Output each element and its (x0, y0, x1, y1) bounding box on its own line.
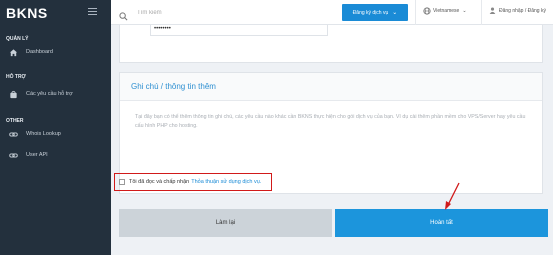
sidebar-item-support-requests[interactable]: Các yêu cầu hỗ trợ (0, 86, 111, 102)
submit-button[interactable]: Hoàn tất (335, 209, 548, 237)
note-textarea[interactable]: Tại đây bạn có thể thêm thông tin ghi ch… (120, 101, 542, 131)
globe-icon (423, 7, 431, 15)
sidebar-item-dashboard[interactable]: Dashboard (0, 44, 111, 60)
sidebar-item-label: Các yêu cầu hỗ trợ (26, 91, 73, 97)
language-label: Vietnamese (433, 8, 460, 14)
note-title: Ghi chú / thông tin thêm (120, 73, 542, 101)
logo[interactable]: BKNS (6, 4, 48, 21)
password-field[interactable]: •••••••• (150, 25, 328, 36)
chevron-down-icon: ⌄ (392, 10, 398, 16)
sidebar-item-label: User API (26, 152, 48, 158)
search-icon[interactable] (119, 8, 128, 26)
section-title-support: HỖ TRỢ (6, 74, 26, 80)
support-icon (9, 90, 18, 99)
link-icon (9, 130, 18, 139)
divider (481, 0, 482, 25)
sidebar-item-label: Whois Lookup (26, 131, 61, 137)
terms-text: Tôi đã đọc và chấp nhận (129, 179, 190, 185)
terms-checkbox[interactable] (119, 179, 125, 185)
register-service-button[interactable]: Đăng ký dịch vụ ⌄ (342, 4, 408, 21)
sidebar-item-label: Dashboard (26, 49, 53, 55)
link-icon (9, 151, 18, 160)
account-card: •••••••• (119, 25, 543, 63)
search-input[interactable] (137, 6, 317, 20)
language-selector[interactable]: Vietnamese ⌄ (423, 7, 467, 15)
terms-agreement: Tôi đã đọc và chấp nhận Thỏa thuận sử dụ… (114, 173, 272, 191)
register-service-label: Đăng ký dịch vụ (352, 9, 389, 16)
main-content: •••••••• Ghi chú / thông tin thêm Tại đâ… (111, 25, 553, 255)
login-label: Đăng nhập / Đăng ký (499, 7, 546, 14)
chevron-down-icon: ⌄ (462, 8, 467, 14)
logo-text: BKNS (6, 4, 48, 21)
terms-link[interactable]: Thỏa thuận sử dụng dịch vụ. (191, 179, 261, 185)
sidebar-item-user-api[interactable]: User API (0, 147, 111, 163)
sidebar-item-whois[interactable]: Whois Lookup (0, 126, 111, 142)
home-icon (9, 48, 18, 57)
menu-toggle-icon[interactable] (88, 8, 97, 15)
reset-button[interactable]: Làm lại (119, 209, 332, 237)
login-register-link[interactable]: Đăng nhập / Đăng ký (489, 7, 546, 14)
top-bar: Đăng ký dịch vụ ⌄ Vietnamese ⌄ Đăng nhập… (111, 0, 553, 25)
section-title-manage: QUẢN LÝ (6, 36, 29, 42)
section-title-other: OTHER (6, 118, 24, 124)
divider (415, 0, 416, 25)
user-icon (489, 7, 496, 14)
sidebar: BKNS QUẢN LÝ Dashboard HỖ TRỢ Các yêu cầ… (0, 0, 111, 255)
